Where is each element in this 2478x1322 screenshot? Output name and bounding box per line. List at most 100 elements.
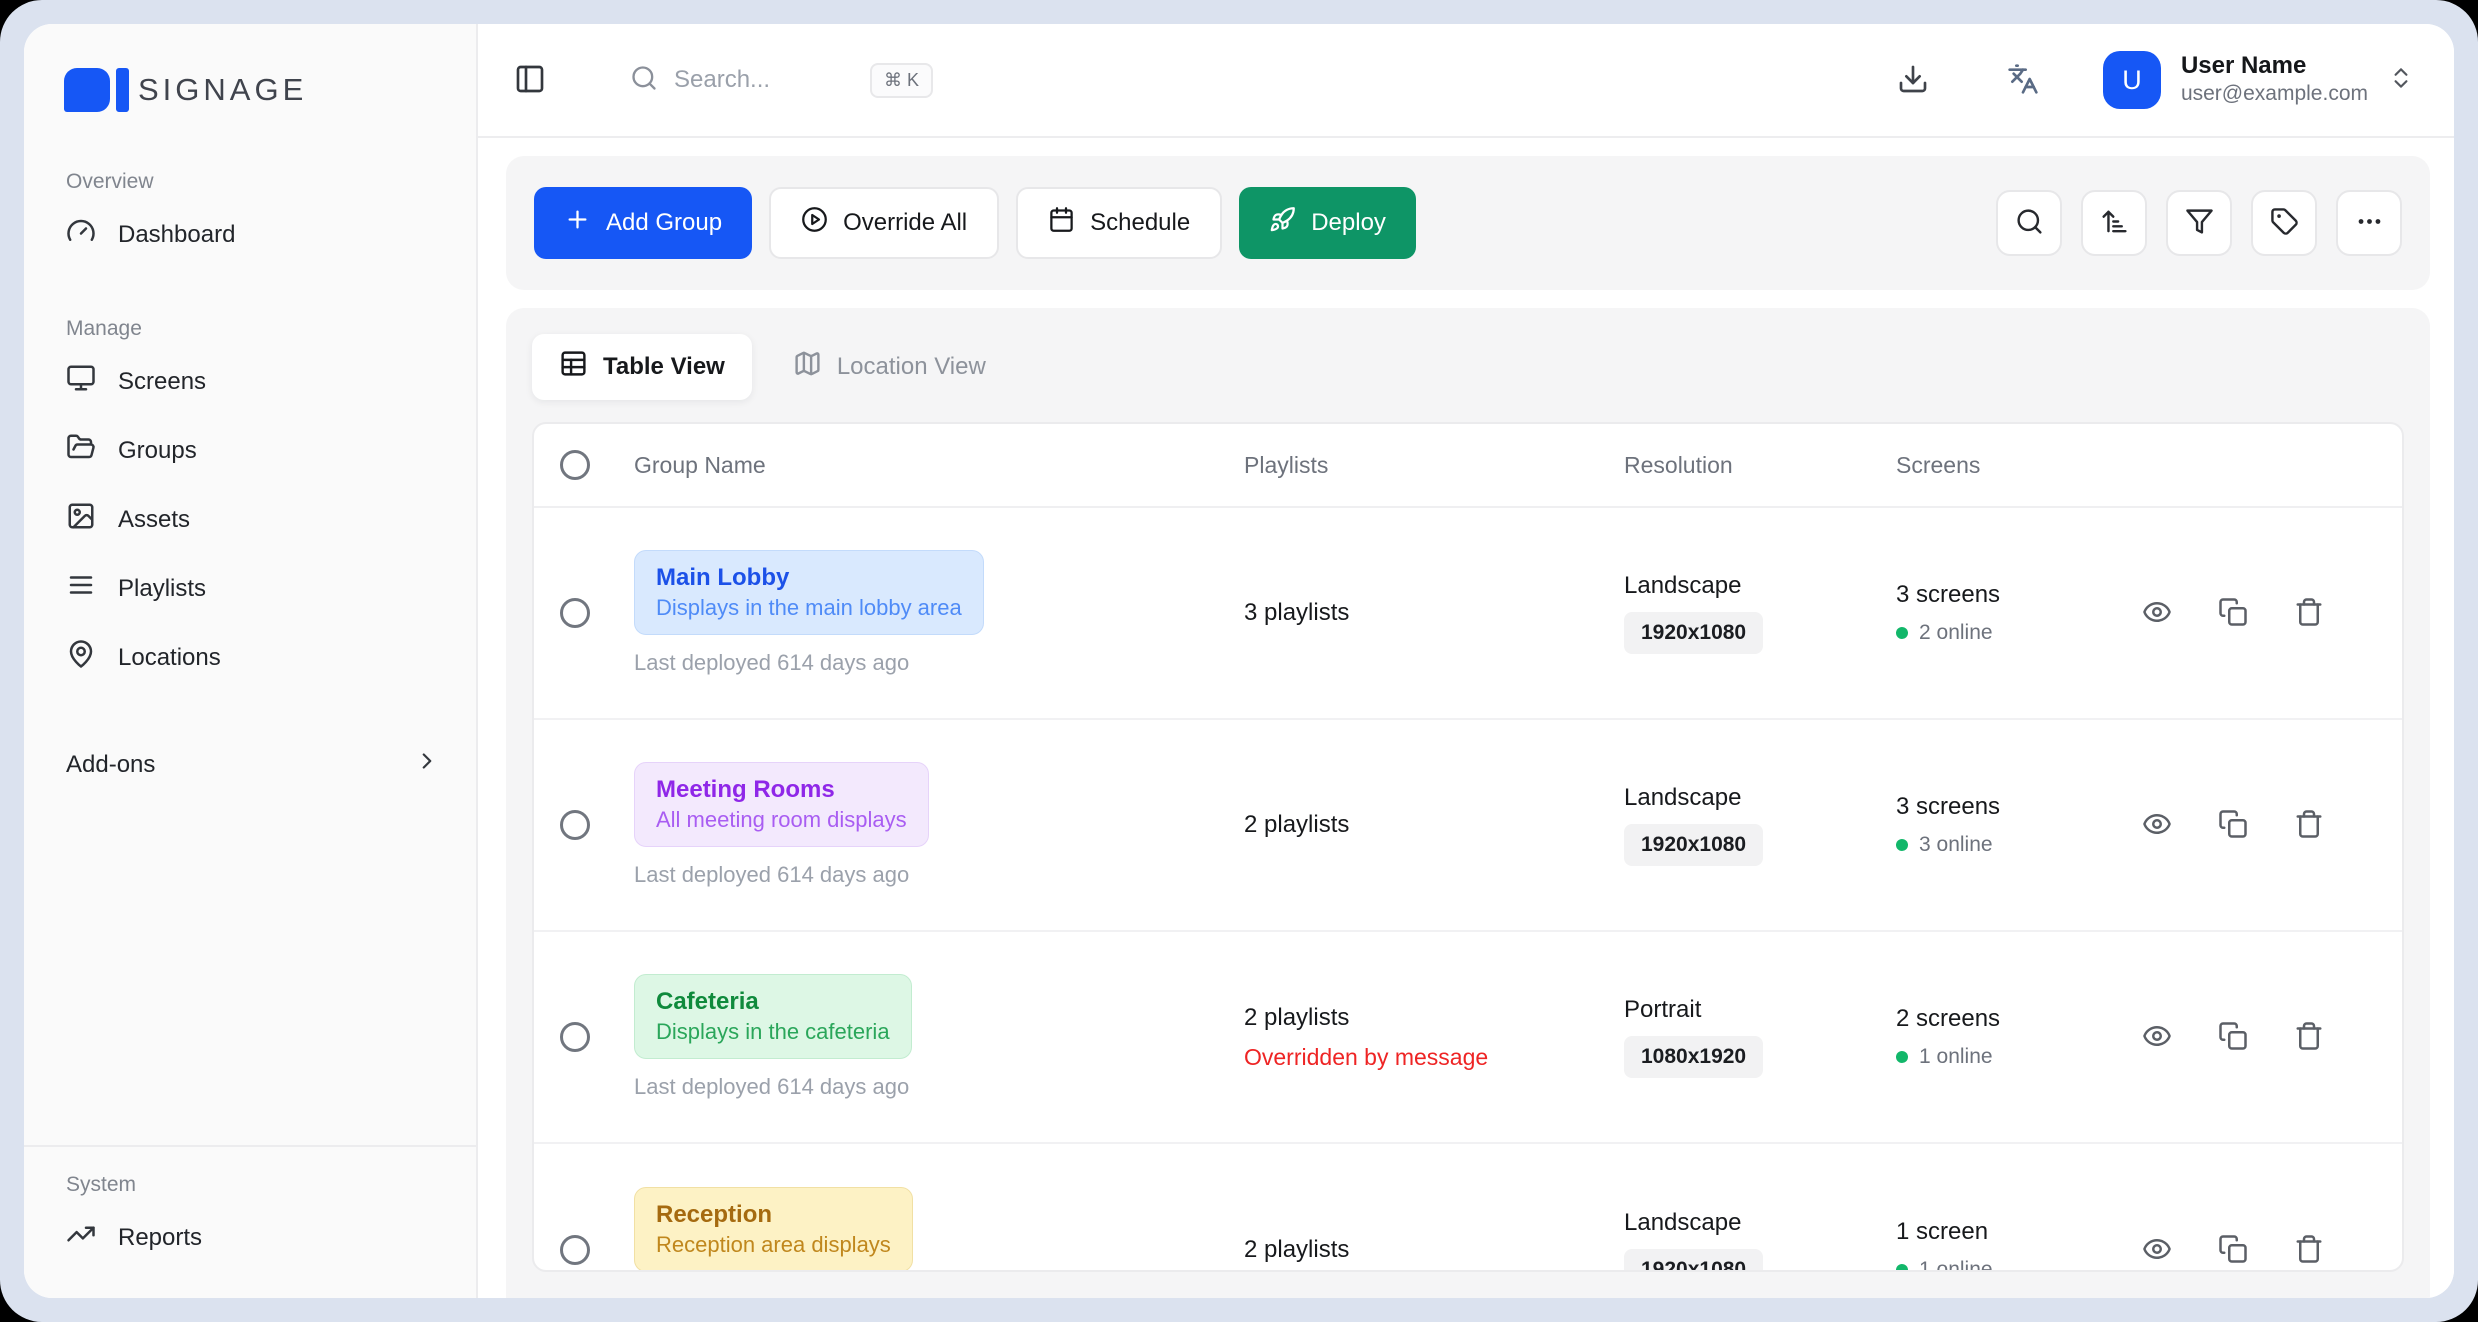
view-button[interactable]: [2142, 1234, 2172, 1267]
screens-count: 1 screen: [1896, 1218, 2136, 1246]
add-group-button[interactable]: Add Group: [534, 187, 752, 259]
table-row[interactable]: Meeting Rooms All meeting room displays …: [534, 720, 2402, 932]
delete-button[interactable]: [2294, 1234, 2324, 1267]
language-button[interactable]: [2007, 63, 2039, 98]
monitor-icon: [66, 363, 96, 400]
group-card[interactable]: Cafeteria Displays in the cafeteria: [634, 974, 912, 1059]
view-button[interactable]: [2142, 597, 2172, 630]
override-all-label: Override All: [843, 209, 967, 237]
last-deployed: Last deployed 614 days ago: [634, 862, 1244, 888]
view-button[interactable]: [2142, 1021, 2172, 1054]
playlists-count: 3 playlists: [1244, 599, 1624, 627]
eye-icon: [2142, 1021, 2172, 1054]
schedule-button[interactable]: Schedule: [1016, 187, 1222, 259]
chevrons-up-down-icon: [2388, 65, 2414, 96]
filter-button[interactable]: [2166, 190, 2232, 256]
resolution-badge: 1920x1080: [1624, 824, 1763, 866]
groups-panel: Table View Location View Group Name Play…: [506, 308, 2430, 1298]
sidebar-item-dashboard[interactable]: Dashboard: [50, 200, 450, 269]
tags-button[interactable]: [2251, 190, 2317, 256]
duplicate-button[interactable]: [2218, 1021, 2248, 1054]
delete-button[interactable]: [2294, 1021, 2324, 1054]
table-icon: [559, 349, 588, 385]
trash-icon: [2294, 1234, 2324, 1267]
duplicate-button[interactable]: [2218, 597, 2248, 630]
sort-button[interactable]: [2081, 190, 2147, 256]
override-all-button[interactable]: Override All: [769, 187, 999, 259]
duplicate-button[interactable]: [2218, 1234, 2248, 1267]
delete-button[interactable]: [2294, 809, 2324, 842]
sidebar-item-screens[interactable]: Screens: [50, 347, 450, 416]
online-count: 3 online: [1919, 833, 1993, 857]
sidebar-section-overview: Overview: [66, 170, 450, 194]
group-name: Main Lobby: [656, 564, 962, 592]
image-icon: [66, 501, 96, 538]
resolution-badge: 1080x1920: [1624, 1036, 1763, 1078]
sidebar-toggle-button[interactable]: [514, 63, 546, 98]
row-checkbox[interactable]: [560, 1235, 590, 1265]
eye-icon: [2142, 1234, 2172, 1267]
sidebar-item-label: Reports: [118, 1224, 202, 1252]
row-checkbox[interactable]: [560, 1022, 590, 1052]
online-count: 1 online: [1919, 1258, 1993, 1272]
group-description: All meeting room displays: [656, 807, 907, 833]
view-button[interactable]: [2142, 809, 2172, 842]
table-row[interactable]: Main Lobby Displays in the main lobby ar…: [534, 508, 2402, 720]
trash-icon: [2294, 809, 2324, 842]
group-card[interactable]: Main Lobby Displays in the main lobby ar…: [634, 550, 984, 635]
addons-label: Add-ons: [66, 751, 155, 779]
download-button[interactable]: [1897, 63, 1929, 98]
sidebar-item-assets[interactable]: Assets: [50, 485, 450, 554]
sidebar-item-reports[interactable]: Reports: [50, 1203, 450, 1272]
tab-location-view[interactable]: Location View: [766, 334, 1013, 400]
search-shortcut-badge: ⌘ K: [870, 63, 933, 98]
table-search-button[interactable]: [1996, 190, 2062, 256]
map-icon: [793, 349, 822, 385]
global-search[interactable]: ⌘ K: [630, 63, 933, 98]
column-resolution: Resolution: [1624, 452, 1896, 479]
delete-button[interactable]: [2294, 597, 2324, 630]
group-card[interactable]: Meeting Rooms All meeting room displays: [634, 762, 929, 847]
schedule-label: Schedule: [1090, 209, 1190, 237]
group-card[interactable]: Reception Reception area displays: [634, 1187, 913, 1272]
group-description: Reception area displays: [656, 1232, 891, 1258]
more-options-button[interactable]: [2336, 190, 2402, 256]
deploy-button[interactable]: Deploy: [1239, 187, 1416, 259]
tab-table-view[interactable]: Table View: [532, 334, 752, 400]
group-description: Displays in the cafeteria: [656, 1019, 890, 1045]
search-input[interactable]: [674, 66, 854, 94]
table-row[interactable]: Reception Reception area displays Last d…: [534, 1144, 2402, 1272]
sidebar-item-label: Dashboard: [118, 221, 235, 249]
sidebar-item-groups[interactable]: Groups: [50, 416, 450, 485]
table-row[interactable]: Cafeteria Displays in the cafeteria Last…: [534, 932, 2402, 1144]
column-playlists: Playlists: [1244, 452, 1624, 479]
online-count: 1 online: [1919, 1045, 1993, 1069]
tab-label: Location View: [837, 353, 986, 381]
search-icon: [2015, 207, 2044, 239]
sidebar-divider: [24, 1145, 476, 1147]
select-all-checkbox[interactable]: [560, 450, 590, 480]
row-checkbox[interactable]: [560, 810, 590, 840]
tab-label: Table View: [603, 353, 725, 381]
override-status: Overridden by message: [1244, 1044, 1624, 1071]
rocket-icon: [1269, 206, 1296, 240]
sidebar-item-locations[interactable]: Locations: [50, 623, 450, 692]
languages-icon: [2007, 63, 2039, 98]
device-frame: SIGNAGE Overview Dashboard Manage Screen…: [0, 0, 2478, 1322]
sidebar: SIGNAGE Overview Dashboard Manage Screen…: [24, 24, 478, 1298]
sidebar-item-playlists[interactable]: Playlists: [50, 554, 450, 623]
list-icon: [66, 570, 96, 607]
user-menu[interactable]: U User Name user@example.com: [2103, 51, 2414, 109]
plus-icon: [564, 206, 591, 240]
trash-icon: [2294, 1021, 2324, 1054]
online-dot: [1896, 627, 1908, 639]
brand-logo: SIGNAGE: [64, 68, 450, 112]
duplicate-button[interactable]: [2218, 809, 2248, 842]
search-icon: [630, 64, 658, 97]
last-deployed: Last deployed 614 days ago: [634, 1074, 1244, 1100]
sidebar-item-addons[interactable]: Add-ons: [50, 732, 450, 797]
row-checkbox[interactable]: [560, 598, 590, 628]
download-icon: [1897, 63, 1929, 98]
add-group-label: Add Group: [606, 209, 722, 237]
avatar: U: [2103, 51, 2161, 109]
